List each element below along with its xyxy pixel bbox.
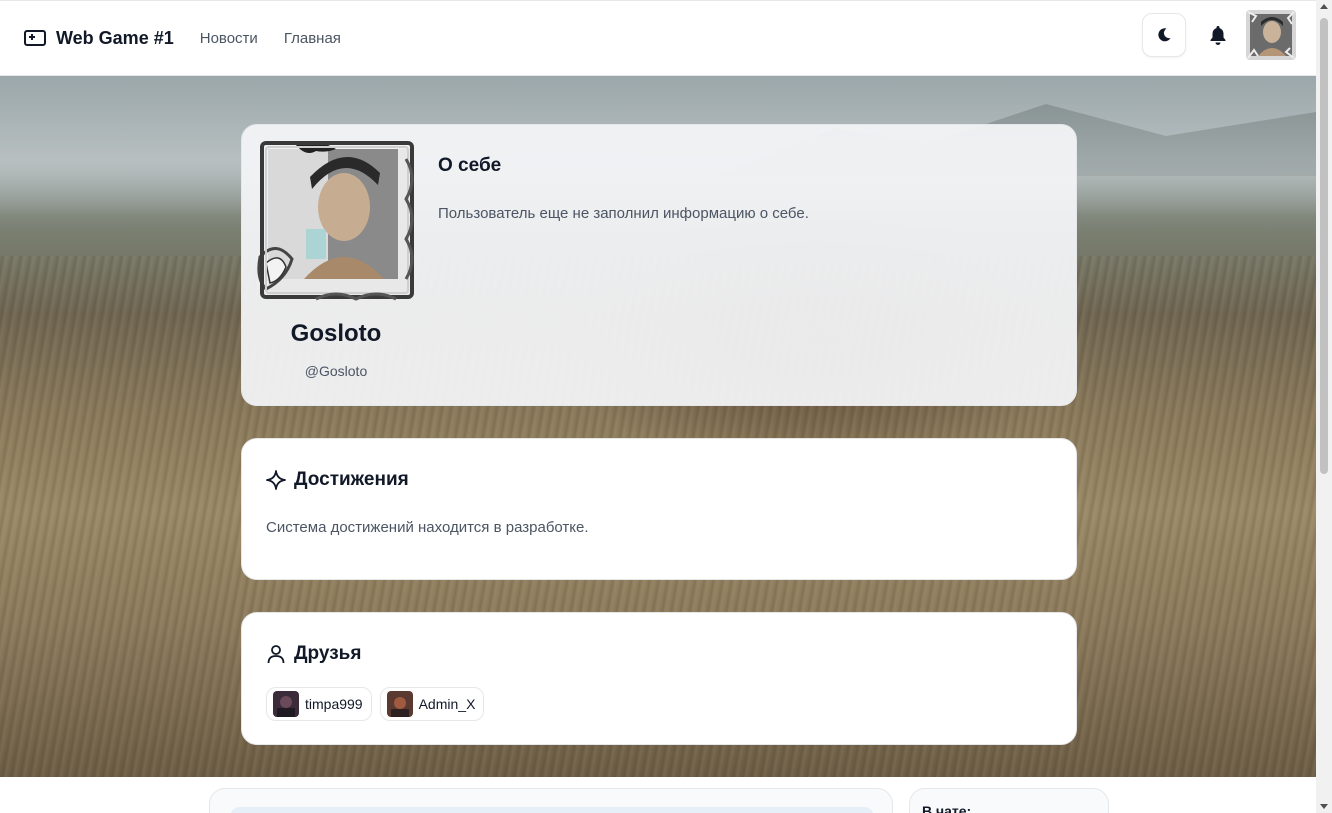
friends-card: Друзья timpa999 Admin_X	[241, 612, 1077, 745]
bell-icon	[1210, 26, 1226, 45]
chat-online-panel: В чате:	[909, 788, 1109, 813]
user-icon	[267, 645, 285, 664]
friend-avatar	[273, 691, 299, 717]
page-scrollbar[interactable]	[1316, 0, 1332, 813]
achievements-title: Достижения	[294, 469, 409, 490]
scroll-down-arrow[interactable]	[1320, 804, 1328, 809]
header-actions	[1142, 10, 1296, 60]
brand-title: Web Game #1	[56, 27, 174, 48]
avatar	[1246, 10, 1296, 60]
scroll-up-arrow[interactable]	[1320, 4, 1328, 9]
moon-icon	[1158, 28, 1171, 42]
friends-list: timpa999 Admin_X	[266, 687, 492, 721]
profile-username: @Gosloto	[304, 363, 368, 379]
friend-name: timpa999	[305, 696, 363, 712]
theme-toggle-button[interactable]	[1142, 13, 1186, 57]
chat-panel	[209, 788, 893, 813]
profile-display-name: Gosloto	[290, 320, 382, 347]
brand[interactable]: Web Game #1	[24, 28, 174, 49]
profile-avatar	[256, 139, 422, 303]
friends-title: Друзья	[294, 643, 362, 664]
achievements-text: Система достижений находится в разработк…	[266, 519, 589, 536]
chat-message-area	[230, 807, 874, 813]
friend-chip[interactable]: timpa999	[266, 687, 372, 721]
top-navbar: Web Game #1 Новости Главная	[0, 0, 1316, 76]
friend-avatar	[386, 691, 413, 717]
ticket-icon	[24, 30, 46, 46]
profile-card: Gosloto @Gosloto О себе Пользователь еще…	[241, 124, 1077, 406]
chat-online-label: В чате:	[922, 803, 972, 813]
sparkle-icon	[266, 470, 286, 490]
about-text: Пользователь еще не заполнил информацию …	[438, 205, 809, 222]
about-heading: О себе	[438, 155, 502, 176]
nav-link-news[interactable]: Новости	[200, 30, 258, 47]
nav-link-home[interactable]: Главная	[284, 30, 341, 47]
friend-name: Admin_X	[418, 696, 476, 712]
achievements-card: Достижения Система достижений находится …	[241, 438, 1077, 580]
user-avatar-button[interactable]	[1246, 10, 1296, 60]
friends-header: Друзья	[266, 643, 361, 665]
friend-chip[interactable]: Admin_X	[379, 687, 485, 721]
avatar-frame	[257, 141, 414, 301]
notifications-button[interactable]	[1196, 13, 1240, 57]
scroll-thumb[interactable]	[1320, 18, 1328, 474]
achievements-header: Достижения	[266, 469, 409, 491]
